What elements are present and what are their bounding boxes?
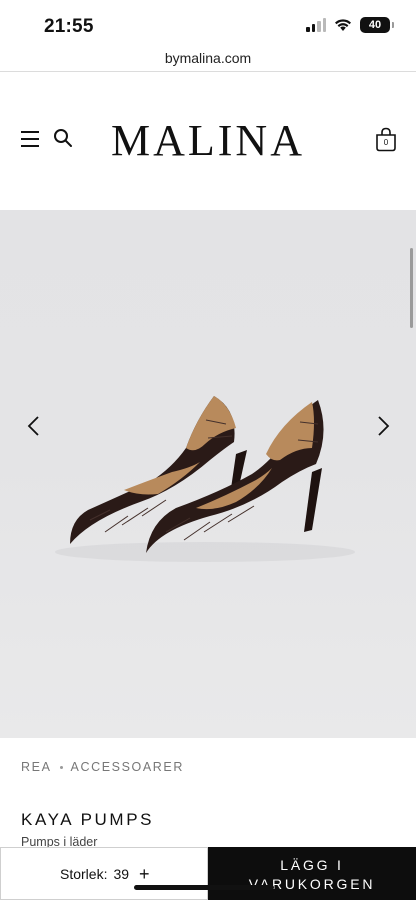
status-time: 21:55 bbox=[44, 16, 94, 37]
url-bar[interactable]: bymalina.com bbox=[0, 44, 416, 72]
add-to-cart-button[interactable]: LÄGG I VARUKORGEN bbox=[208, 847, 416, 900]
product-title: KAYA PUMPS bbox=[21, 810, 155, 829]
signal-icon bbox=[306, 18, 326, 32]
breadcrumb-item-accessoarer[interactable]: ACCESSOARER bbox=[71, 760, 184, 774]
status-icons: 40 bbox=[306, 17, 394, 33]
product-gallery[interactable] bbox=[0, 210, 416, 738]
plus-icon: + bbox=[139, 863, 150, 884]
chevron-right-icon[interactable] bbox=[373, 415, 393, 437]
cart-count: 0 bbox=[383, 138, 389, 147]
action-bar: Storlek: 39 + LÄGG I VARUKORGEN bbox=[0, 847, 416, 900]
battery-icon: 40 bbox=[360, 17, 394, 33]
size-label: Storlek: bbox=[60, 865, 108, 882]
wifi-icon bbox=[335, 19, 351, 31]
product-photo bbox=[55, 396, 355, 562]
breadcrumb: REA ACCESSOARER bbox=[21, 760, 184, 774]
site-logo[interactable]: MALINA bbox=[0, 114, 416, 168]
home-indicator[interactable] bbox=[134, 885, 274, 890]
breadcrumb-item-rea[interactable]: REA bbox=[21, 760, 52, 774]
breadcrumb-separator bbox=[59, 765, 63, 769]
size-value: 39 bbox=[113, 865, 130, 882]
site-header: MALINA 0 bbox=[0, 72, 416, 210]
chevron-left-icon[interactable] bbox=[24, 415, 44, 437]
scrollbar[interactable] bbox=[410, 248, 413, 328]
shopping-bag-icon[interactable]: 0 bbox=[375, 127, 397, 152]
status-bar: 21:55 40 bbox=[0, 0, 416, 44]
battery-level: 40 bbox=[368, 19, 382, 31]
size-selector[interactable]: Storlek: 39 + bbox=[0, 847, 208, 900]
